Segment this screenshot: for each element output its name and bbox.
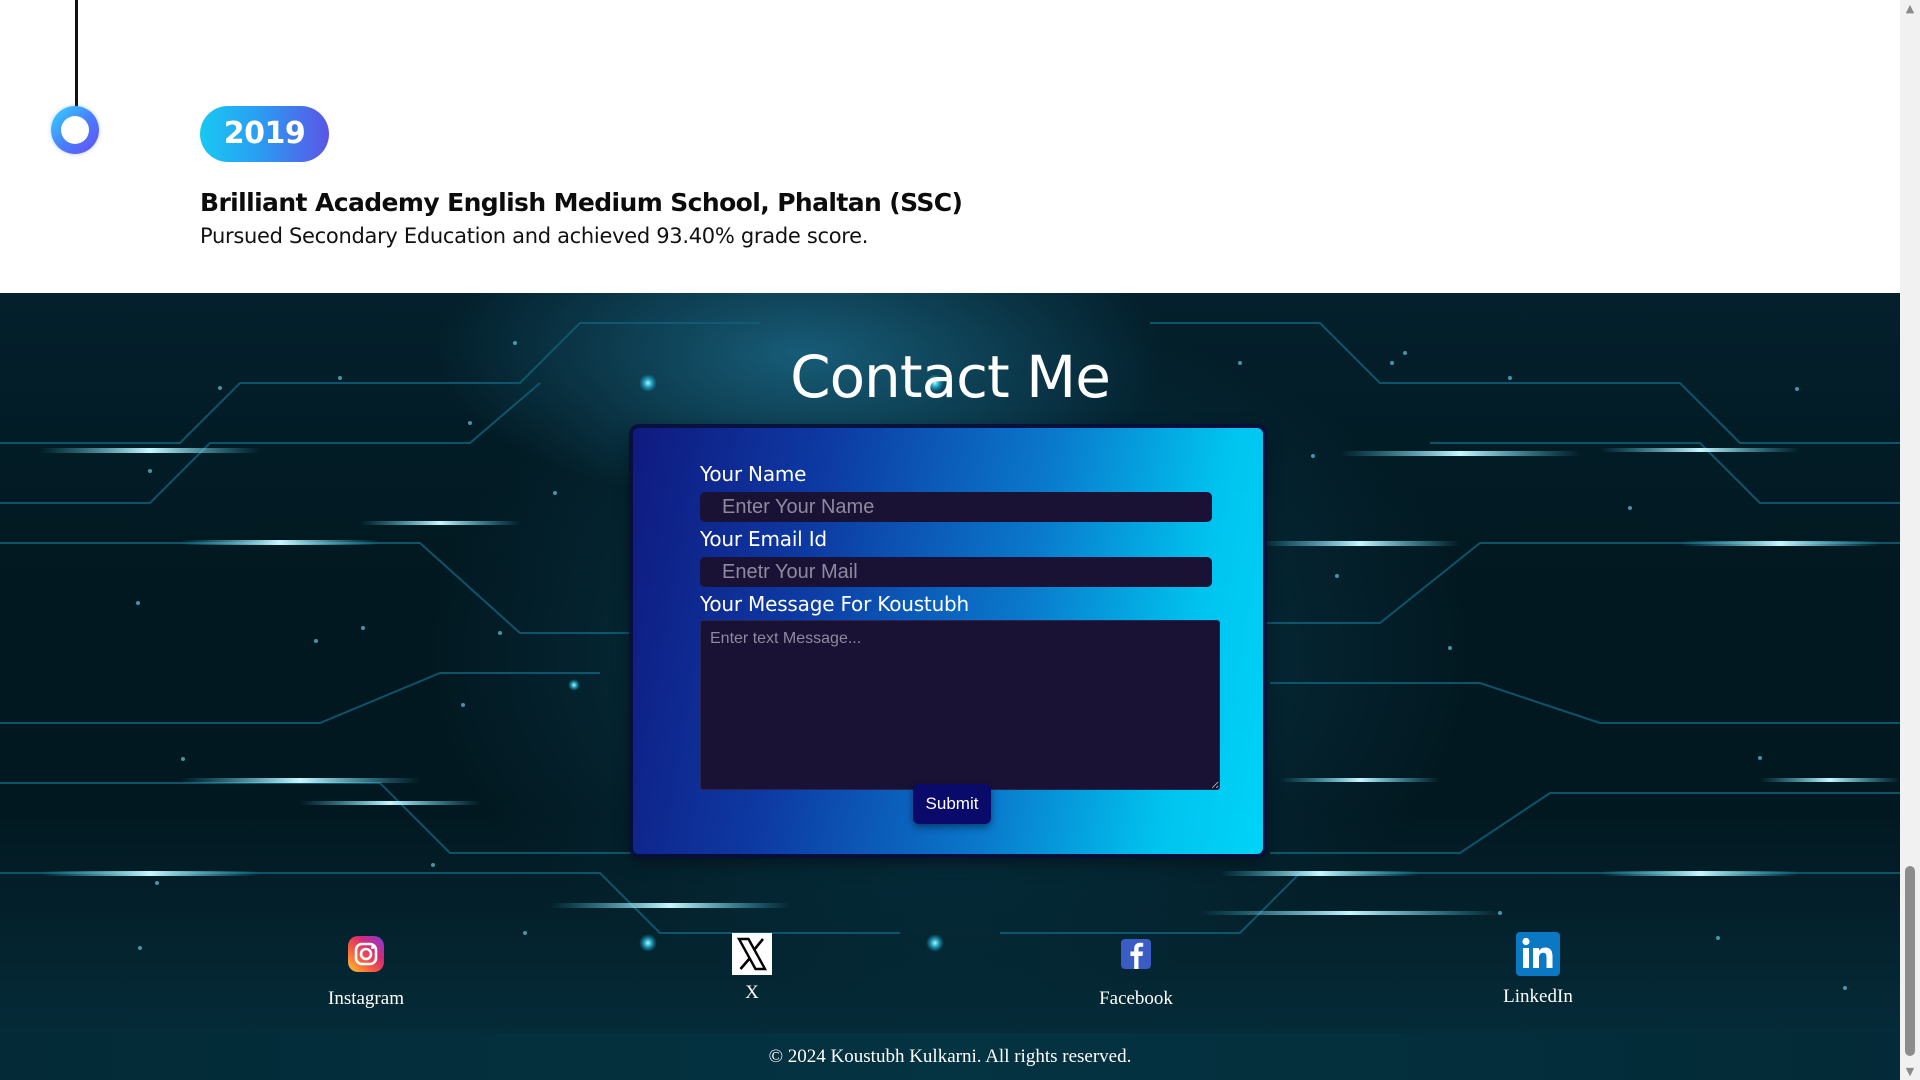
timeline-line — [75, 0, 78, 108]
scrollbar-thumb[interactable] — [1905, 866, 1915, 1056]
submit-button[interactable]: Submit — [913, 784, 991, 824]
instagram-label: Instagram — [328, 988, 404, 1009]
linkedin-label: LinkedIn — [1503, 986, 1573, 1007]
scroll-up-arrow-icon[interactable]: ▲ — [1900, 0, 1920, 17]
facebook-icon — [1121, 939, 1151, 969]
name-label: Your Name — [700, 462, 807, 486]
timeline-dot-icon — [51, 106, 99, 154]
scroll-down-arrow-icon[interactable]: ▼ — [1900, 1063, 1920, 1080]
contact-section: Contact Me Your Name Your Email Id Your … — [0, 293, 1900, 1033]
x-link[interactable]: X — [672, 933, 832, 1004]
year-badge: 2019 — [200, 106, 329, 162]
x-label: X — [745, 982, 759, 1003]
page: 2019 Brilliant Academy English Medium Sc… — [0, 0, 1920, 1080]
footer: © 2024 Koustubh Kulkarni. All rights res… — [0, 1033, 1900, 1080]
education-timeline-section: 2019 Brilliant Academy English Medium Sc… — [0, 0, 1900, 293]
linkedin-icon — [1516, 932, 1560, 976]
instagram-link[interactable]: Instagram — [286, 934, 446, 1010]
education-title: Brilliant Academy English Medium School,… — [200, 188, 963, 217]
linkedin-link[interactable]: LinkedIn — [1458, 931, 1618, 1008]
facebook-label: Facebook — [1099, 988, 1173, 1009]
facebook-link[interactable]: Facebook — [1056, 934, 1216, 1010]
education-description: Pursued Secondary Education and achieved… — [200, 224, 869, 248]
message-textarea[interactable] — [700, 620, 1220, 790]
name-input[interactable] — [700, 492, 1212, 522]
contact-heading: Contact Me — [790, 343, 1111, 411]
email-label: Your Email Id — [700, 527, 827, 551]
vertical-scrollbar[interactable]: ▲ ▼ — [1900, 0, 1920, 1080]
copyright-text: © 2024 Koustubh Kulkarni. All rights res… — [768, 1046, 1132, 1067]
x-icon — [732, 933, 772, 975]
message-label: Your Message For Koustubh — [700, 592, 970, 616]
contact-form: Your Name Your Email Id Your Message For… — [633, 428, 1263, 854]
email-input[interactable] — [700, 557, 1212, 587]
instagram-icon — [348, 936, 384, 972]
